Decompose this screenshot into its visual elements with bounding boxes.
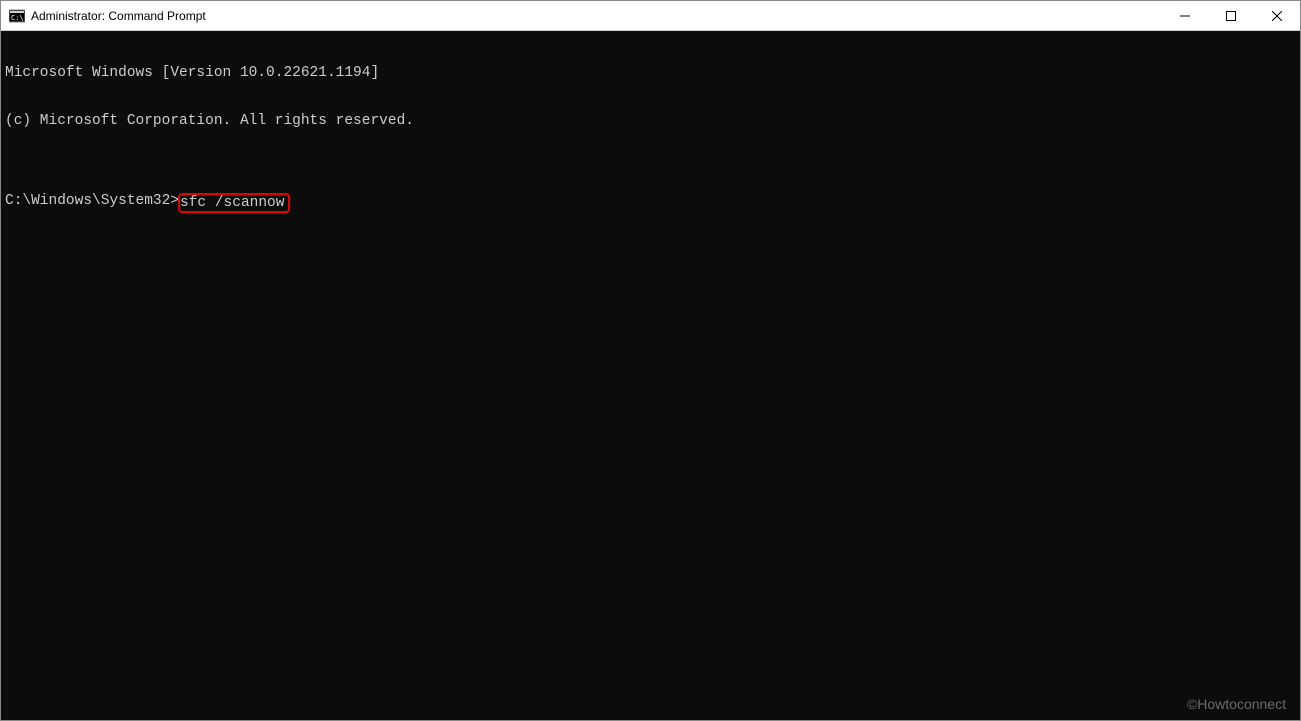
command-prompt-window: C:\ Administrator: Command Prompt Micros… bbox=[0, 0, 1301, 721]
watermark-text: ©Howtoconnect bbox=[1187, 696, 1286, 712]
maximize-button[interactable] bbox=[1208, 1, 1254, 30]
terminal-output-line: Microsoft Windows [Version 10.0.22621.11… bbox=[5, 65, 1296, 81]
close-button[interactable] bbox=[1254, 1, 1300, 30]
window-title: Administrator: Command Prompt bbox=[31, 9, 1162, 23]
minimize-button[interactable] bbox=[1162, 1, 1208, 30]
terminal-command: sfc /scannow bbox=[180, 195, 284, 211]
cmd-icon: C:\ bbox=[9, 8, 25, 24]
terminal-output-line: (c) Microsoft Corporation. All rights re… bbox=[5, 113, 1296, 129]
terminal-prompt: C:\Windows\System32> bbox=[5, 193, 179, 209]
svg-text:C:\: C:\ bbox=[11, 14, 24, 22]
titlebar[interactable]: C:\ Administrator: Command Prompt bbox=[1, 1, 1300, 31]
command-highlight: sfc /scannow bbox=[178, 193, 290, 213]
terminal-area[interactable]: Microsoft Windows [Version 10.0.22621.11… bbox=[1, 31, 1300, 720]
window-controls bbox=[1162, 1, 1300, 30]
terminal-prompt-line: C:\Windows\System32>sfc /scannow bbox=[5, 193, 1296, 213]
